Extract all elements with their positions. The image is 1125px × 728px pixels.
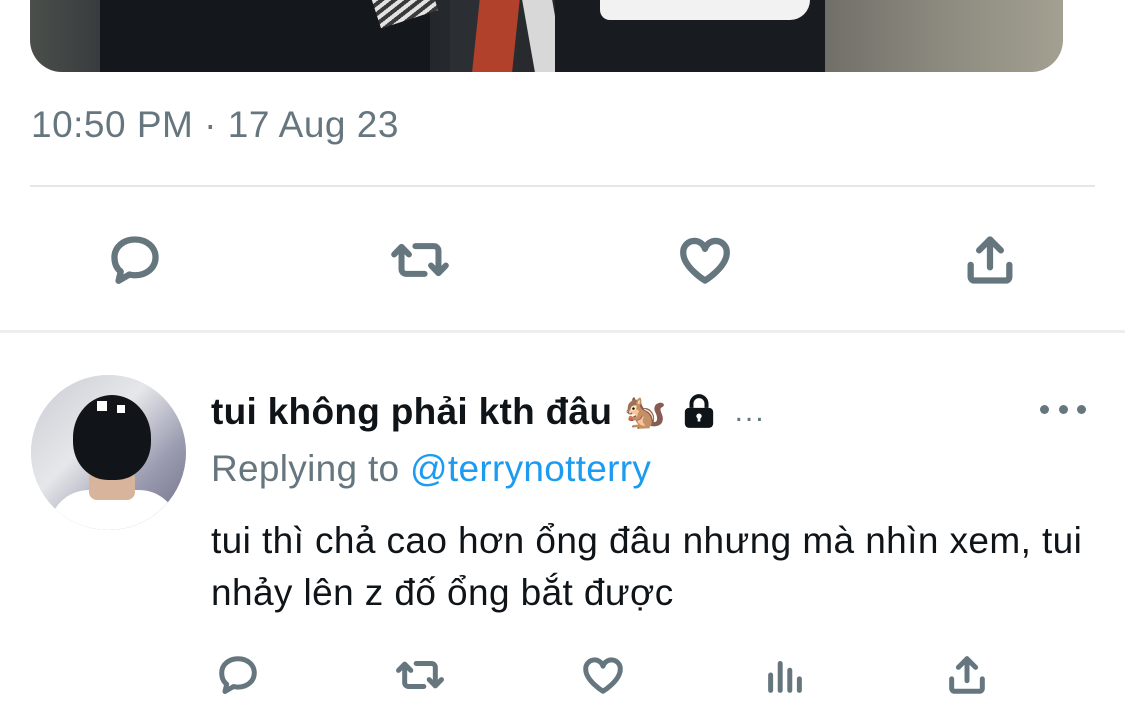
retweet-icon xyxy=(396,661,444,689)
divider xyxy=(30,185,1095,187)
reply-text: tui thì chả cao hơn ổng đâu nhưng mà nhì… xyxy=(211,520,1083,613)
replying-handle-link[interactable]: @terrynotterry xyxy=(410,448,651,489)
analytics-icon xyxy=(768,661,802,693)
share-icon xyxy=(949,656,985,694)
avatar-hairclip xyxy=(117,405,125,413)
heart-icon xyxy=(583,657,623,694)
chipmunk-emoji: 🐿️ xyxy=(624,393,667,431)
author-row: tui không phải kth đâu 🐿️ ... xyxy=(211,391,766,433)
tweet-timestamp[interactable]: 10:50 PM · 17 Aug 23 xyxy=(31,104,399,146)
reply-icon xyxy=(219,656,257,694)
divider xyxy=(0,330,1125,333)
more-icon xyxy=(1040,404,1049,414)
heart-icon xyxy=(680,237,730,284)
avatar-head xyxy=(73,395,151,480)
share-icon xyxy=(967,236,1013,284)
media-shape xyxy=(472,0,524,72)
retweet-button[interactable] xyxy=(395,650,445,700)
reply-button[interactable] xyxy=(105,230,165,290)
like-button[interactable] xyxy=(675,230,735,290)
more-icon xyxy=(1058,404,1068,414)
avatar[interactable] xyxy=(31,375,186,530)
more-icon xyxy=(1077,404,1086,414)
reply-tweet[interactable]: tui không phải kth đâu 🐿️ ... Replying t… xyxy=(0,335,1125,728)
replying-to: Replying to @terrynotterry xyxy=(211,448,651,490)
views-button[interactable] xyxy=(760,650,810,700)
media-shape xyxy=(600,0,810,20)
name-overflow: ... xyxy=(734,395,766,428)
lock-icon xyxy=(679,392,719,432)
like-button[interactable] xyxy=(578,650,628,700)
avatar-hairclip xyxy=(97,401,107,411)
share-button[interactable] xyxy=(960,230,1020,290)
replying-prefix: Replying to xyxy=(211,448,400,489)
share-button[interactable] xyxy=(942,650,992,700)
retweet-button[interactable] xyxy=(390,230,450,290)
tweet-media-image[interactable] xyxy=(30,0,1063,72)
retweet-icon xyxy=(391,243,449,277)
display-name[interactable]: tui không phải kth đâu xyxy=(211,391,612,433)
more-options-button[interactable] xyxy=(1040,397,1086,421)
reply-button[interactable] xyxy=(213,650,263,700)
reply-icon xyxy=(111,236,159,284)
